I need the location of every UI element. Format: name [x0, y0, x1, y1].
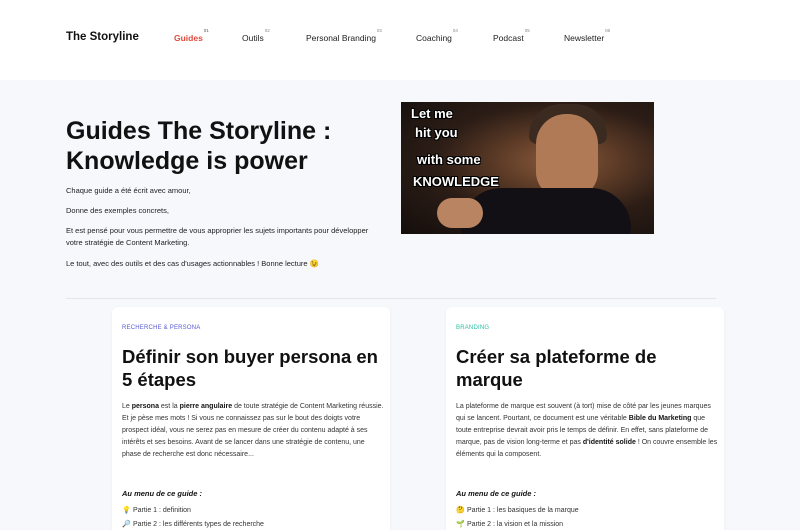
excerpt-bold: d'identité solide	[582, 439, 636, 446]
guide-part-label: Partie 2 : les différents types de reche…	[132, 521, 264, 528]
seedling-icon: 🌱	[456, 521, 465, 528]
excerpt-bold: pierre angulaire	[179, 403, 233, 410]
hero-text-line: Le tout, avec des outils et des cas d'us…	[66, 259, 320, 268]
nav-item-outils[interactable]: Outils 02	[242, 28, 270, 43]
guide-excerpt: Le persona est la pierre angulaire de to…	[122, 401, 384, 461]
nav-number: 04	[452, 28, 458, 33]
nav-number: 01	[203, 28, 209, 33]
guide-part-item: 🤔 Partie 1 : les basiques de la marque	[456, 506, 579, 514]
category-tag[interactable]: RECHERCHE & PERSONA	[122, 325, 200, 331]
excerpt-text: de toute stratégie de Content Marketing …	[122, 403, 384, 458]
section-divider	[66, 298, 716, 299]
meme-caption-line: hit you	[415, 125, 458, 140]
guide-part-label: Partie 1 : les basiques de la marque	[466, 507, 579, 514]
nav-item-guides[interactable]: Guides 01	[174, 28, 209, 43]
guide-part-label: Partie 2 : la vision et la mission	[466, 521, 564, 528]
guide-part-item: 💡 Partie 1 : definition	[122, 506, 191, 514]
guide-menu-heading: Au menu de ce guide :	[122, 489, 203, 498]
nav-label: Podcast	[493, 33, 524, 43]
guide-title[interactable]: Définir son buyer persona en 5 étapes	[122, 345, 382, 391]
guide-menu-heading: Au menu de ce guide :	[456, 489, 537, 498]
guide-title[interactable]: Créer sa plateforme de marque	[456, 345, 716, 391]
guide-part-item: 🌱 Partie 2 : la vision et la mission	[456, 520, 563, 528]
nav-label: Personal Branding	[306, 33, 376, 43]
guide-part-item: 🔎 Partie 2 : les différents types de rec…	[122, 520, 264, 528]
guide-card-buyer-persona[interactable]: RECHERCHE & PERSONA Définir son buyer pe…	[112, 307, 390, 530]
knowledge-meme-image: Let me hit you with some KNOWLEDGE	[401, 102, 654, 234]
category-tag[interactable]: BRANDING	[456, 325, 489, 331]
hero-text-line: Donne des exemples concrets,	[66, 206, 169, 215]
guide-part-label: Partie 1 : definition	[132, 507, 191, 514]
lightbulb-icon: 💡	[122, 507, 131, 514]
nav-number: 06	[605, 28, 611, 33]
guide-excerpt: La plateforme de marque est souvent (à t…	[456, 401, 718, 461]
meme-figure-hand	[437, 198, 483, 228]
excerpt-text: Le	[122, 403, 132, 410]
guide-card-plateforme-marque[interactable]: BRANDING Créer sa plateforme de marque L…	[446, 307, 724, 530]
excerpt-bold: persona	[131, 403, 159, 410]
page-title: Guides The Storyline : Knowledge is powe…	[66, 117, 332, 175]
meme-caption-line: KNOWLEDGE	[413, 174, 499, 189]
nav-number: 05	[524, 28, 530, 33]
top-navigation-bar: The Storyline Guides 01 Outils 02 Person…	[0, 0, 800, 80]
magnifier-icon: 🔎	[122, 521, 131, 528]
nav-label: Outils	[242, 33, 264, 43]
nav-label: Newsletter	[564, 33, 605, 43]
meme-caption-line: with some	[417, 152, 481, 167]
nav-label: Guides	[174, 33, 203, 43]
excerpt-text: est la	[158, 403, 180, 410]
hero-text-line: Chaque guide a été écrit avec amour,	[66, 186, 191, 195]
site-logo[interactable]: The Storyline	[66, 31, 139, 43]
nav-item-podcast[interactable]: Podcast 05	[493, 28, 530, 43]
nav-number: 02	[264, 28, 270, 33]
nav-item-personal-branding[interactable]: Personal Branding 03	[306, 28, 382, 43]
nav-item-newsletter[interactable]: Newsletter 06	[564, 28, 610, 43]
meme-figure-face	[536, 114, 598, 198]
nav-number: 03	[376, 28, 382, 33]
nav-label: Coaching	[416, 33, 452, 43]
hero-text-line: Et est pensé pour vous permettre de vous…	[66, 226, 369, 247]
excerpt-bold: Bible du Marketing	[628, 415, 692, 422]
nav-item-coaching[interactable]: Coaching 04	[416, 28, 458, 43]
meme-caption-line: Let me	[411, 106, 453, 121]
meme-figure-shirt	[461, 188, 631, 234]
thinking-face-icon: 🤔	[456, 507, 465, 514]
